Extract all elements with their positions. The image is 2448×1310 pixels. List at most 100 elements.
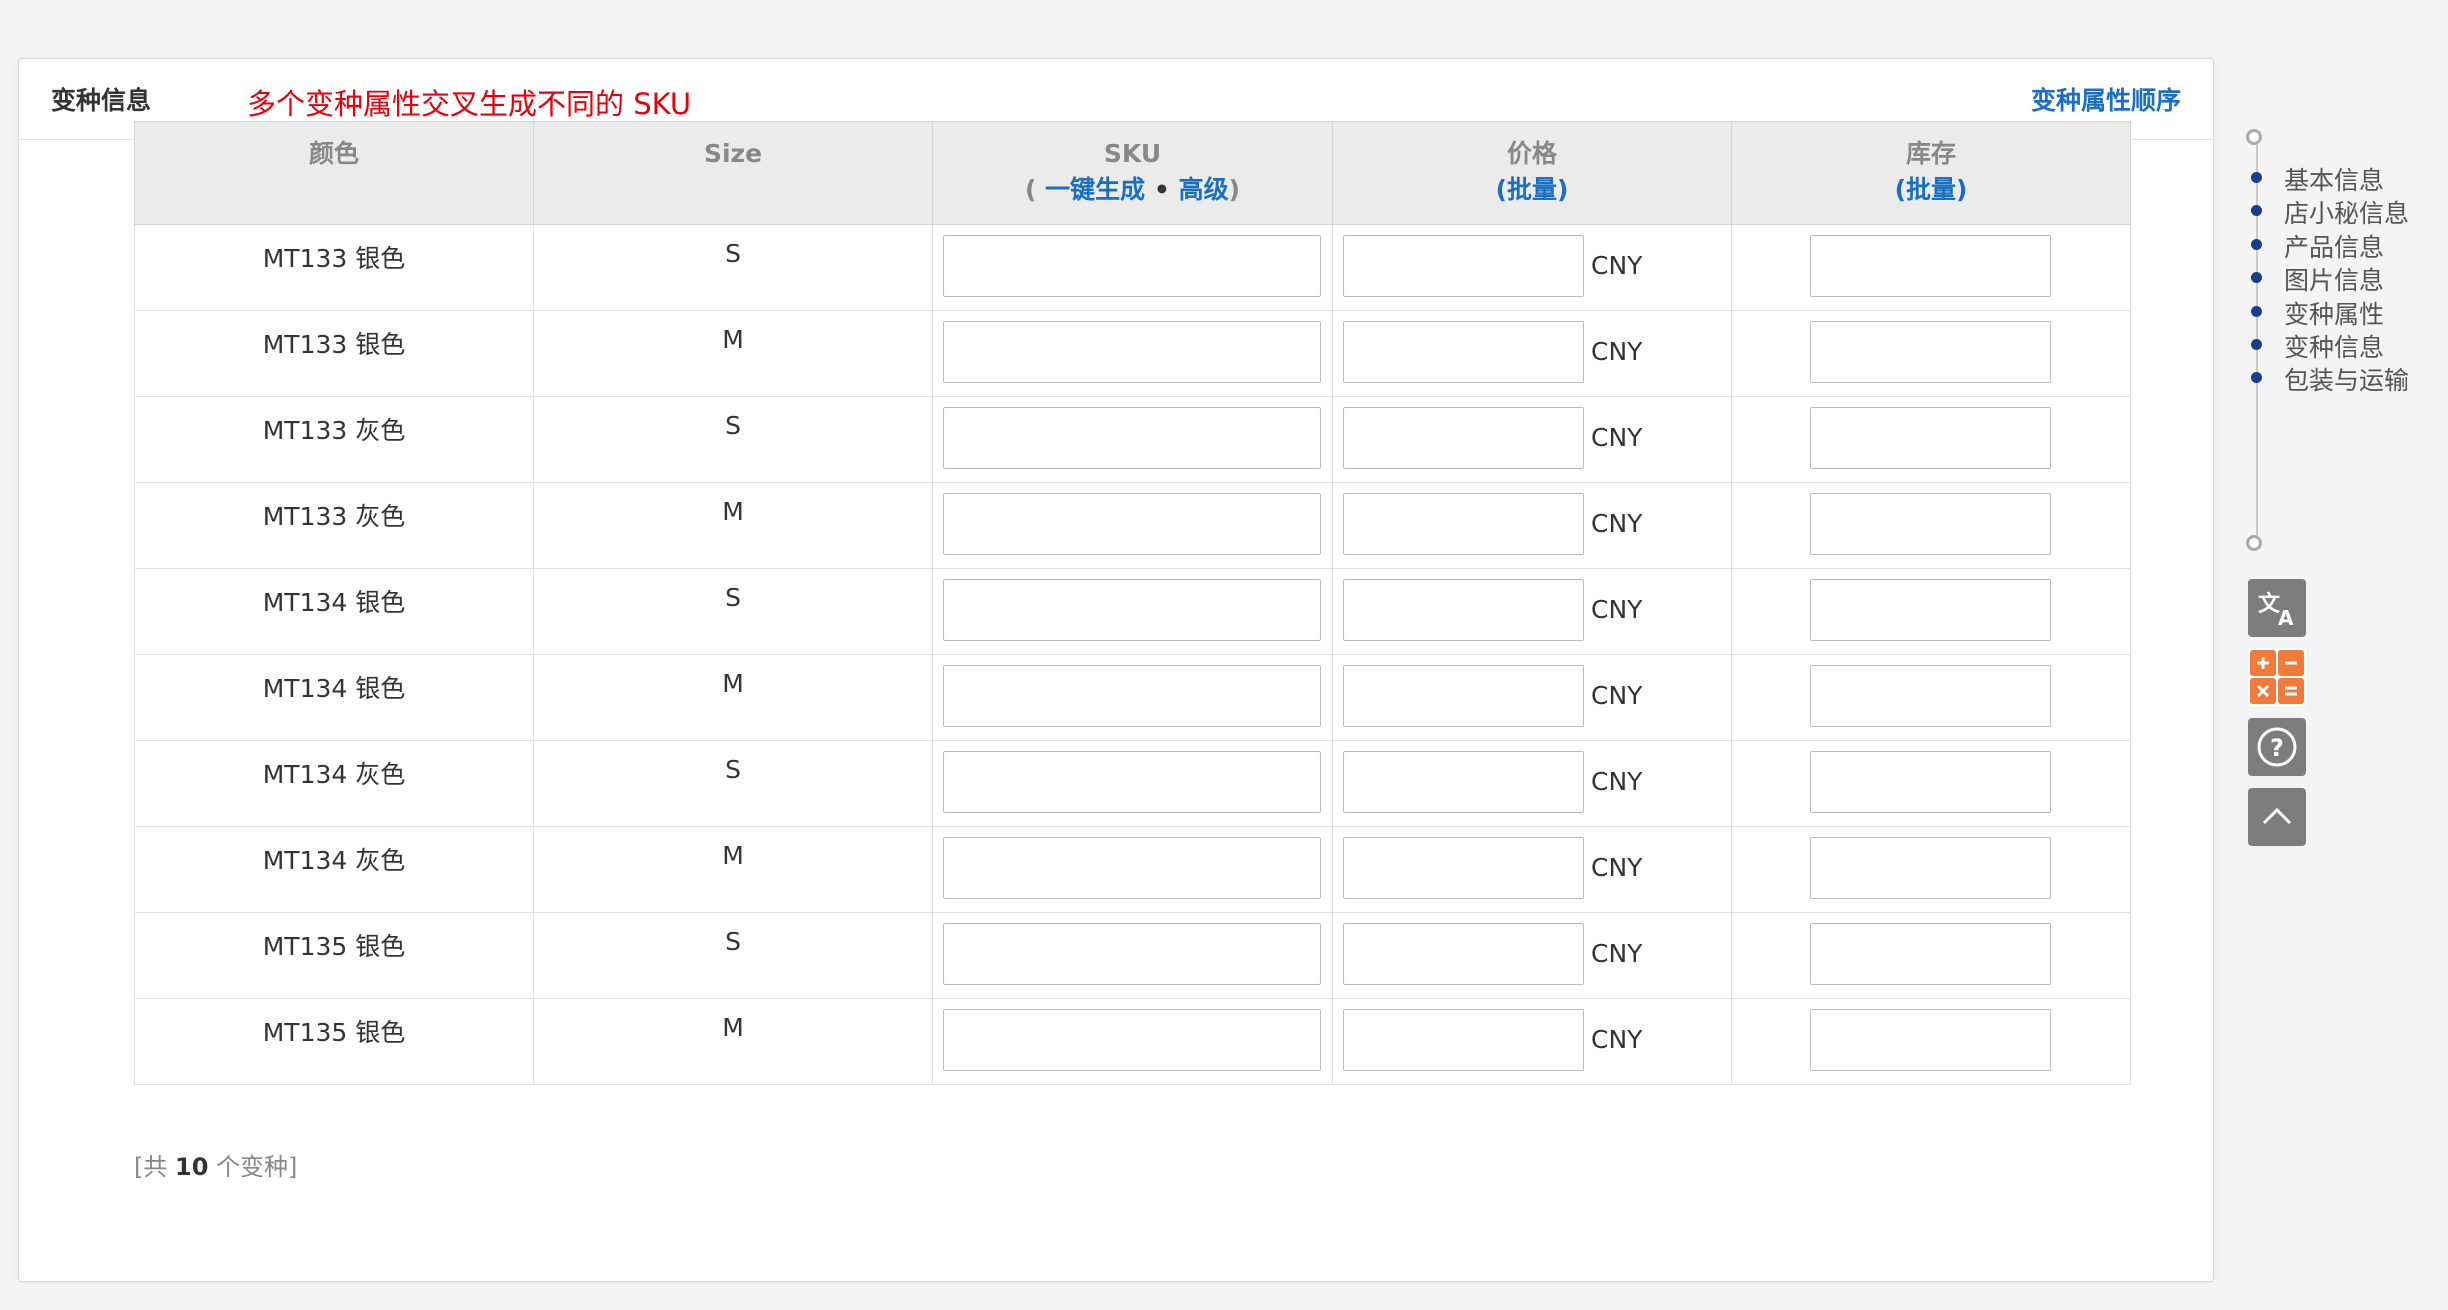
price-input[interactable] [1343,493,1584,555]
price-input[interactable] [1343,837,1584,899]
table-row: MT135 银色 M CNY [134,998,2131,1085]
section-nav: 基本信息 店小秘信息 产品信息 图片信息 变种属性 变种信息 包装与运输 [2240,125,2448,565]
nav-item-label: 变种属性 [2284,299,2385,329]
cell-sku [932,224,1333,311]
translate-button[interactable]: 文 A [2248,579,2306,637]
table-row: MT133 银色 S CNY [134,224,2131,311]
sku-input[interactable] [943,923,1321,985]
header-color: 颜色 [134,121,534,225]
paren-close: ) [1228,175,1241,204]
back-to-top-button[interactable] [2248,788,2306,846]
price-batch-link[interactable]: (批量) [1333,172,1731,208]
panel-title: 变种信息 [51,86,152,115]
nav-start-ring [2246,129,2262,145]
cell-stock [1731,310,2131,397]
price-input[interactable] [1343,751,1584,813]
svg-text:?: ? [2270,734,2284,762]
table-row: MT133 灰色 M CNY [134,482,2131,569]
cell-price: CNY [1332,826,1732,913]
cell-size: S [533,912,933,999]
stock-input[interactable] [1810,493,2051,555]
header-size: Size [533,121,933,225]
sku-input[interactable] [943,321,1321,383]
help-icon: ? [2257,727,2297,767]
cell-price: CNY [1332,568,1732,655]
cell-price: CNY [1332,482,1732,569]
total-prefix: [共 [134,1153,168,1181]
price-input[interactable] [1343,235,1584,297]
cell-color: MT133 灰色 [134,396,534,483]
stock-input[interactable] [1810,579,2051,641]
price-input[interactable] [1343,665,1584,727]
cell-size: M [533,654,933,741]
annotation-text: 多个变种属性交叉生成不同的 SKU [247,87,692,121]
cell-stock [1731,912,2131,999]
header-price: 价格 (批量) [1332,121,1732,225]
variant-table: 颜色 Size SKU ( 一键生成 • 高级) 价格 (批量) 库存 (批量)… [134,121,2131,1085]
cell-stock [1731,482,2131,569]
help-button[interactable]: ? [2248,718,2306,776]
stock-input[interactable] [1810,837,2051,899]
nav-dot [2251,272,2262,284]
translate-icon: 文 A [2258,591,2294,630]
cell-sku [932,568,1333,655]
cell-size: S [533,740,933,827]
cell-size: M [533,310,933,397]
sku-input[interactable] [943,1009,1321,1071]
table-row: MT134 银色 S CNY [134,568,2131,655]
currency-label: CNY [1591,681,1643,710]
cell-color: MT133 银色 [134,310,534,397]
sku-input[interactable] [943,665,1321,727]
cell-stock [1731,998,2131,1085]
cell-price: CNY [1332,998,1732,1085]
cell-color: MT134 灰色 [134,826,534,913]
nav-dot [2251,172,2262,183]
sku-input[interactable] [943,407,1321,469]
cell-sku [932,912,1333,999]
price-input[interactable] [1343,1009,1584,1071]
nav-item-label: 图片信息 [2284,266,2385,296]
sku-input[interactable] [943,579,1321,641]
header-sku: SKU ( 一键生成 • 高级) [932,121,1333,225]
variant-order-link[interactable]: 变种属性顺序 [2031,81,2181,117]
stock-input[interactable] [1810,923,2051,985]
sku-input[interactable] [943,235,1321,297]
cell-color: MT135 银色 [134,998,534,1085]
cell-size: S [533,224,933,311]
price-input[interactable] [1343,923,1584,985]
cell-sku [932,654,1333,741]
cell-price: CNY [1332,310,1732,397]
nav-item-label: 店小秘信息 [2284,199,2410,229]
sku-input[interactable] [943,493,1321,555]
price-input[interactable] [1343,579,1584,641]
nav-dot [2251,372,2262,384]
stock-input[interactable] [1810,1009,2051,1071]
table-row: MT134 灰色 M CNY [134,826,2131,913]
price-input[interactable] [1343,321,1584,383]
cell-stock [1731,224,2131,311]
currency-label: CNY [1591,251,1643,280]
cell-stock [1731,740,2131,827]
stock-input[interactable] [1810,665,2051,727]
stock-input[interactable] [1810,407,2051,469]
total-suffix: 个变种] [216,1153,298,1181]
table-row: MT133 银色 M CNY [134,310,2131,397]
table-row: MT133 灰色 S CNY [134,396,2131,483]
calculator-button[interactable] [2248,648,2306,706]
currency-label: CNY [1591,423,1643,452]
stock-batch-link[interactable]: (批量) [1732,172,2130,208]
paren-open: ( [1024,175,1037,204]
nav-dot [2251,305,2262,317]
stock-input[interactable] [1810,751,2051,813]
calculator-icon [2250,650,2304,704]
stock-input[interactable] [1810,321,2051,383]
generate-sku-link[interactable]: 一键生成 [1045,175,1145,204]
advanced-sku-link[interactable]: 高级 [1179,175,1229,204]
sku-input[interactable] [943,751,1321,813]
header-sku-label: SKU [1103,139,1162,168]
sku-input[interactable] [943,837,1321,899]
stock-input[interactable] [1810,235,2051,297]
cell-price: CNY [1332,912,1732,999]
price-input[interactable] [1343,407,1584,469]
nav-item-label: 变种信息 [2284,333,2385,362]
